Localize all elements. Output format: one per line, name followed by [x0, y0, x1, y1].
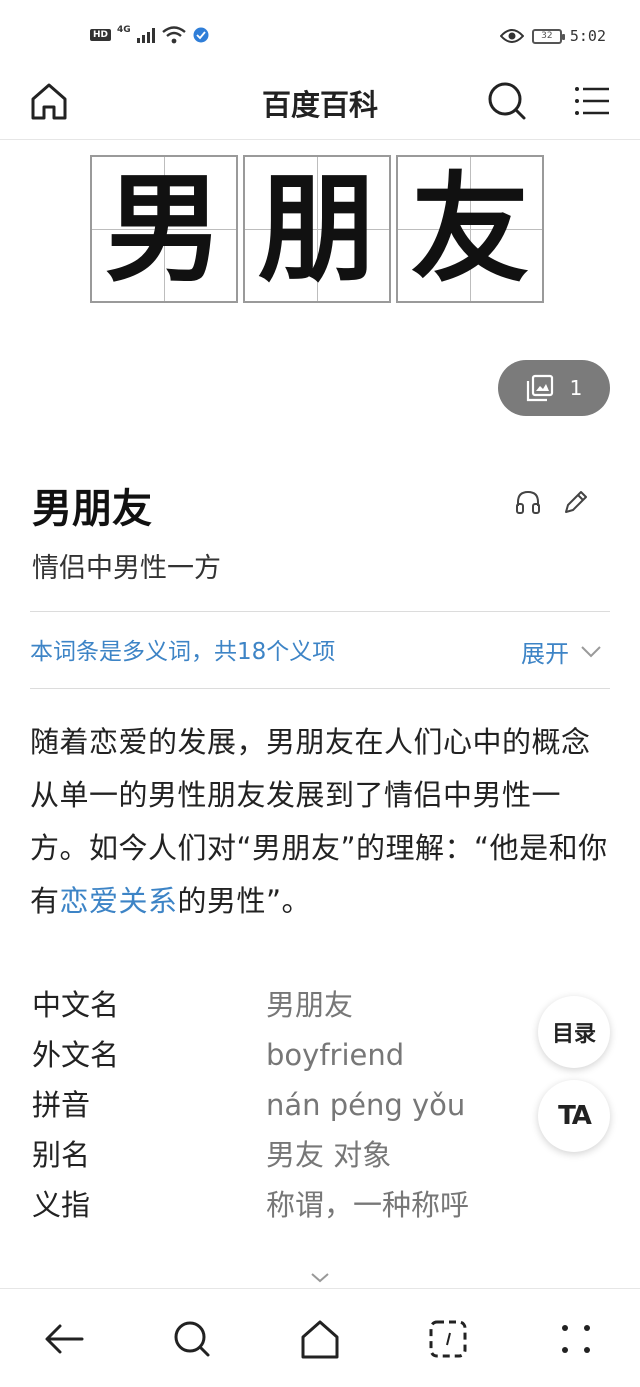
infobox-key: 义指 [32, 1188, 91, 1222]
infobox-key: 外文名 [32, 1038, 120, 1072]
expand-label: 展开 [521, 640, 569, 668]
search-icon [488, 82, 526, 120]
app-title: 百度百科 [261, 88, 378, 122]
calligraphy-cell: 男 [90, 155, 238, 303]
calligraphy-character: 朋 [257, 159, 376, 298]
divider [30, 611, 610, 612]
divider [30, 688, 610, 689]
calligraphy-character: 友 [410, 159, 529, 298]
clock: 5:02 [569, 27, 606, 45]
arrow-left-icon [45, 1324, 84, 1354]
infobox-value: 称谓，一种称呼 [266, 1188, 470, 1222]
search-icon [174, 1321, 210, 1357]
menu-button[interactable] [572, 80, 614, 122]
headphones-icon[interactable] [514, 488, 542, 516]
status-right: 32 5:02 [499, 27, 606, 45]
summary-text: 的男性”。 [177, 884, 312, 918]
infobox-value: boyfriend [266, 1038, 405, 1072]
calligraphy-character: 男 [104, 159, 223, 298]
entry-title: 男朋友 [32, 486, 152, 532]
app-header: 百度百科 [0, 68, 640, 140]
chevron-down-icon[interactable] [310, 1272, 330, 1284]
battery-icon: 32 [531, 28, 565, 44]
infobox-value: nán péng yǒu [266, 1088, 466, 1122]
calligraphy-cell: 朋 [243, 155, 391, 303]
tabs-button[interactable] [426, 1317, 470, 1361]
table-of-contents-button[interactable]: 目录 [538, 996, 610, 1068]
edit-pencil-icon[interactable] [562, 488, 590, 516]
back-button[interactable] [42, 1317, 86, 1361]
bottom-search-button[interactable] [170, 1317, 214, 1361]
expand-button[interactable]: 展开 [521, 634, 601, 669]
eye-icon [499, 29, 524, 43]
polysemy-note[interactable]: 本词条是多义词，共18个义项 [30, 632, 335, 666]
infobox-key: 中文名 [32, 988, 120, 1022]
browser-bottom-bar [0, 1288, 640, 1387]
calligraphy-cell: 友 [396, 155, 544, 303]
more-dots-icon [562, 1325, 590, 1353]
infobox-key: 拼音 [32, 1088, 91, 1122]
summary-link[interactable]: 恋爱关系 [60, 884, 178, 918]
tabs-icon [429, 1320, 467, 1358]
photo-count: 1 [569, 376, 583, 400]
infobox-value: 男朋友 [266, 988, 354, 1022]
status-left: HD 4G [90, 25, 209, 44]
text-size-button[interactable]: TA [538, 1080, 610, 1152]
gallery-icon [526, 374, 553, 402]
more-button[interactable] [554, 1317, 598, 1361]
entry-image[interactable]: 男 朋 友 [90, 155, 544, 303]
entry-summary: 随着恋爱的发展，男朋友在人们心中的概念从单一的男性朋友发展到了情侣中男性一方。如… [30, 716, 612, 928]
photo-album-button[interactable]: 1 [498, 360, 610, 416]
status-bar: HD 4G 32 5:02 [0, 0, 640, 68]
search-button[interactable] [486, 80, 528, 122]
infobox-key: 别名 [32, 1138, 91, 1172]
signal-icon [136, 27, 155, 43]
network-type: 4G [117, 25, 131, 35]
list-menu-icon [575, 87, 609, 115]
wifi-icon [161, 26, 186, 44]
chevron-down-icon [581, 645, 601, 657]
home-icon [301, 1320, 339, 1359]
browser-badge-icon [193, 27, 209, 43]
bottom-home-button[interactable] [298, 1317, 342, 1361]
infobox-value: 男友 对象 [266, 1138, 392, 1172]
entry-tools [514, 488, 590, 516]
entry-subtitle: 情侣中男性一方 [32, 553, 221, 584]
hd-badge: HD [90, 29, 112, 41]
